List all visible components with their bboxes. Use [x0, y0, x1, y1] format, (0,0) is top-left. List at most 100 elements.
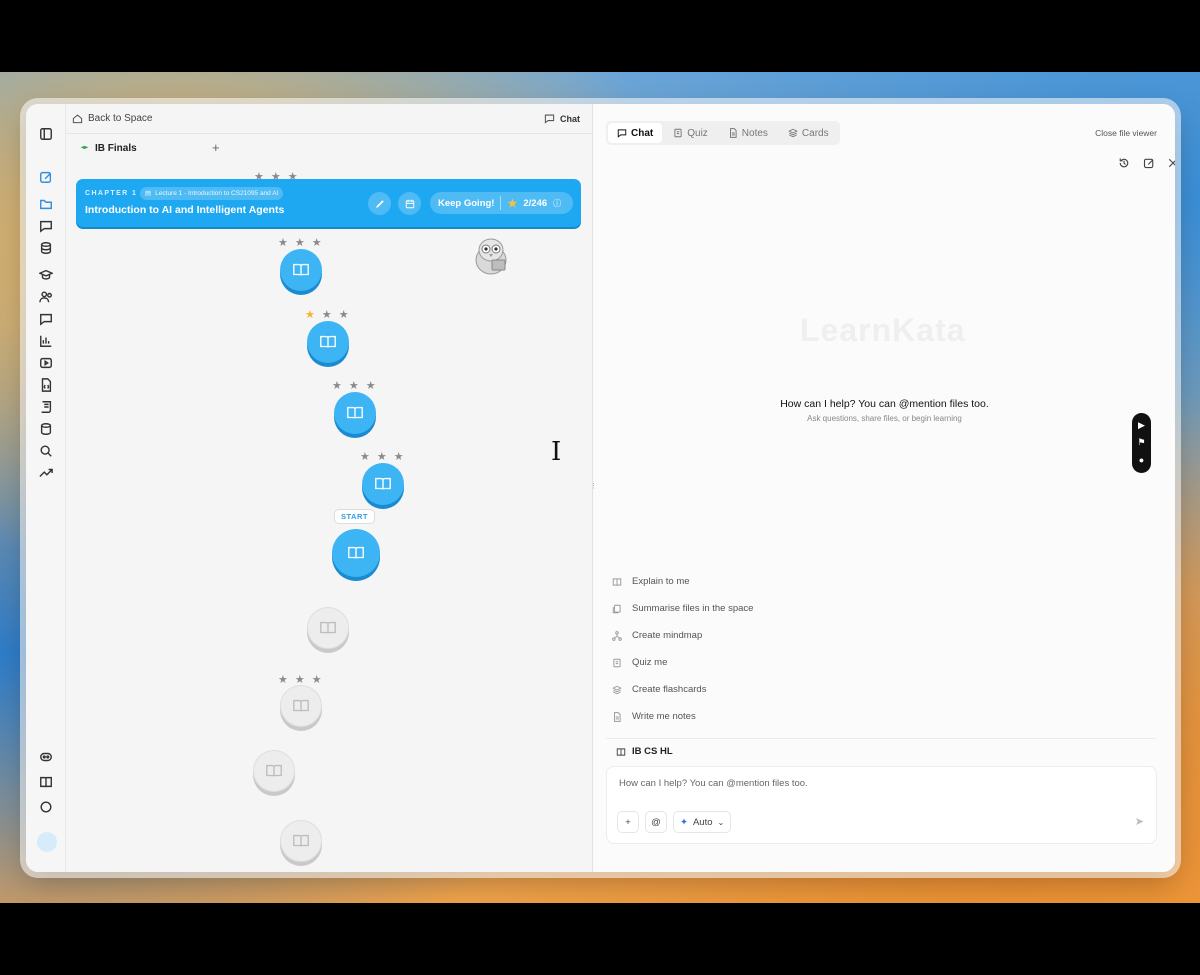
- plus-icon: +: [625, 816, 631, 828]
- assistant-panel: Chat Quiz Notes Cards Close file viewer …: [594, 104, 1175, 872]
- space-tab-ib-finals[interactable]: IB Finals: [80, 143, 137, 154]
- star-icon: ★: [311, 674, 322, 686]
- context-selector[interactable]: IB CS HL: [606, 738, 1156, 764]
- book-icon[interactable]: [38, 774, 54, 790]
- tab-cards[interactable]: Cards: [779, 123, 838, 143]
- locked-lesson-node[interactable]: [307, 607, 349, 649]
- message-icon[interactable]: [38, 311, 54, 327]
- send-icon[interactable]: ➤: [1135, 815, 1144, 828]
- star-icon: ★: [332, 380, 342, 392]
- book-icon: [347, 406, 363, 419]
- star-icon: ★: [287, 171, 298, 183]
- lesson-node[interactable]: [280, 249, 322, 291]
- document-icon: ▤: [145, 190, 152, 197]
- edit-button[interactable]: [368, 192, 391, 215]
- tab-label: Quiz: [687, 127, 708, 139]
- chat-icon: [617, 129, 627, 138]
- add-space-button[interactable]: +: [212, 140, 220, 155]
- tab-quiz[interactable]: Quiz: [664, 123, 717, 143]
- suggestion-item[interactable]: Explain to me: [612, 576, 690, 587]
- node-stars: ★ ★ ★: [305, 308, 349, 321]
- suggestion-item[interactable]: Write me notes: [612, 711, 696, 722]
- floating-toolbar: ▶ ⚑ ●: [1132, 413, 1151, 473]
- tab-label: Chat: [631, 127, 654, 139]
- layers-icon: [612, 685, 622, 694]
- suggestion-label: Create mindmap: [632, 630, 703, 641]
- calendar-icon: [405, 199, 414, 208]
- tab-label: Cards: [801, 127, 829, 139]
- chat-input[interactable]: How can I help? You can @mention files t…: [619, 778, 808, 789]
- discord-icon[interactable]: [38, 749, 54, 765]
- empty-state-title: How can I help? You can @mention files t…: [780, 398, 989, 410]
- lecture-pill[interactable]: ▤ Lecture 1 - Introduction to CS21095 an…: [140, 187, 284, 200]
- file-code-icon[interactable]: [38, 377, 54, 393]
- close-icon[interactable]: [1167, 156, 1175, 168]
- lesson-node[interactable]: [307, 321, 349, 363]
- avatar[interactable]: [37, 832, 57, 852]
- book-icon: [348, 546, 364, 559]
- users-icon[interactable]: [38, 289, 54, 305]
- empty-state-subtitle: Ask questions, share files, or begin lea…: [807, 414, 962, 423]
- space-tab-label: IB Finals: [95, 143, 137, 154]
- star-icon: ★: [294, 237, 305, 249]
- chat-toggle-label: Chat: [560, 113, 580, 124]
- suggestion-item[interactable]: Quiz me: [612, 657, 667, 668]
- clipboard-icon: [613, 658, 621, 667]
- model-selector[interactable]: ✦ Auto ⌄: [673, 811, 732, 833]
- progress-count: 2/246: [523, 197, 548, 209]
- suggestion-item[interactable]: Create flashcards: [612, 684, 706, 695]
- bookmark-icon[interactable]: ⚑: [1137, 438, 1145, 447]
- locked-lesson-node[interactable]: [253, 750, 295, 792]
- play-icon[interactable]: ▶: [1138, 421, 1145, 430]
- video-icon[interactable]: [38, 355, 54, 371]
- attach-button[interactable]: +: [617, 811, 639, 833]
- graduation-cap-icon[interactable]: [38, 267, 54, 283]
- node-stars: ★ ★ ★: [360, 450, 404, 463]
- tab-chat[interactable]: Chat: [608, 123, 663, 143]
- graduation-cap-icon: [80, 145, 89, 150]
- search-icon[interactable]: [38, 443, 54, 459]
- model-label: Auto: [692, 816, 713, 828]
- brand-watermark: LearnKata: [800, 312, 966, 348]
- database-icon[interactable]: [38, 240, 54, 256]
- calendar-button[interactable]: [398, 192, 421, 215]
- chat-icon[interactable]: [38, 218, 54, 234]
- book-icon: [375, 477, 391, 490]
- new-note-icon[interactable]: [38, 169, 54, 185]
- star-icon: ★: [321, 309, 332, 321]
- chat-input-box[interactable]: How can I help? You can @mention files t…: [606, 766, 1157, 844]
- book-icon: [616, 747, 626, 756]
- node-stars: ★ ★ ★: [254, 170, 298, 183]
- locked-lesson-node[interactable]: [280, 820, 322, 862]
- context-label: IB CS HL: [632, 746, 673, 757]
- mention-button[interactable]: @: [645, 811, 667, 833]
- sidebar-toggle-icon[interactable]: [38, 126, 54, 142]
- suggestion-item[interactable]: Summarise files in the space: [612, 603, 753, 614]
- close-file-viewer-button[interactable]: Close file viewer: [1095, 128, 1157, 138]
- locked-lesson-node[interactable]: [280, 685, 322, 727]
- space-tabs: IB Finals +: [66, 134, 592, 164]
- chapter-banner: CHAPTER 1 ▤ Lecture 1 - Introduction to …: [76, 179, 581, 227]
- database-stack-icon[interactable]: [38, 421, 54, 437]
- bar-chart-icon[interactable]: [38, 333, 54, 349]
- progress-pill[interactable]: Keep Going! ★ 2/246 ⓘ: [430, 192, 573, 214]
- lesson-node[interactable]: [362, 463, 404, 505]
- book-icon: [612, 577, 622, 586]
- suggestion-label: Summarise files in the space: [632, 603, 754, 614]
- suggestion-item[interactable]: Create mindmap: [612, 630, 702, 641]
- feedback-icon[interactable]: [38, 799, 54, 815]
- history-icon[interactable]: [1118, 156, 1130, 168]
- back-to-space-link[interactable]: Back to Space: [72, 113, 152, 124]
- new-chat-icon[interactable]: [1143, 156, 1155, 169]
- folder-icon[interactable]: [38, 196, 54, 212]
- trending-icon[interactable]: [38, 465, 54, 481]
- book-icon: [293, 834, 309, 847]
- star-icon: ★: [507, 197, 518, 210]
- scroll-icon[interactable]: [38, 399, 54, 415]
- chat-toggle-button[interactable]: Chat: [544, 113, 580, 124]
- microphone-icon[interactable]: ●: [1139, 455, 1144, 465]
- tab-notes[interactable]: Notes: [719, 123, 777, 143]
- lesson-node[interactable]: [334, 392, 376, 434]
- start-lesson-node[interactable]: [332, 529, 380, 577]
- info-icon: ⓘ: [553, 198, 562, 208]
